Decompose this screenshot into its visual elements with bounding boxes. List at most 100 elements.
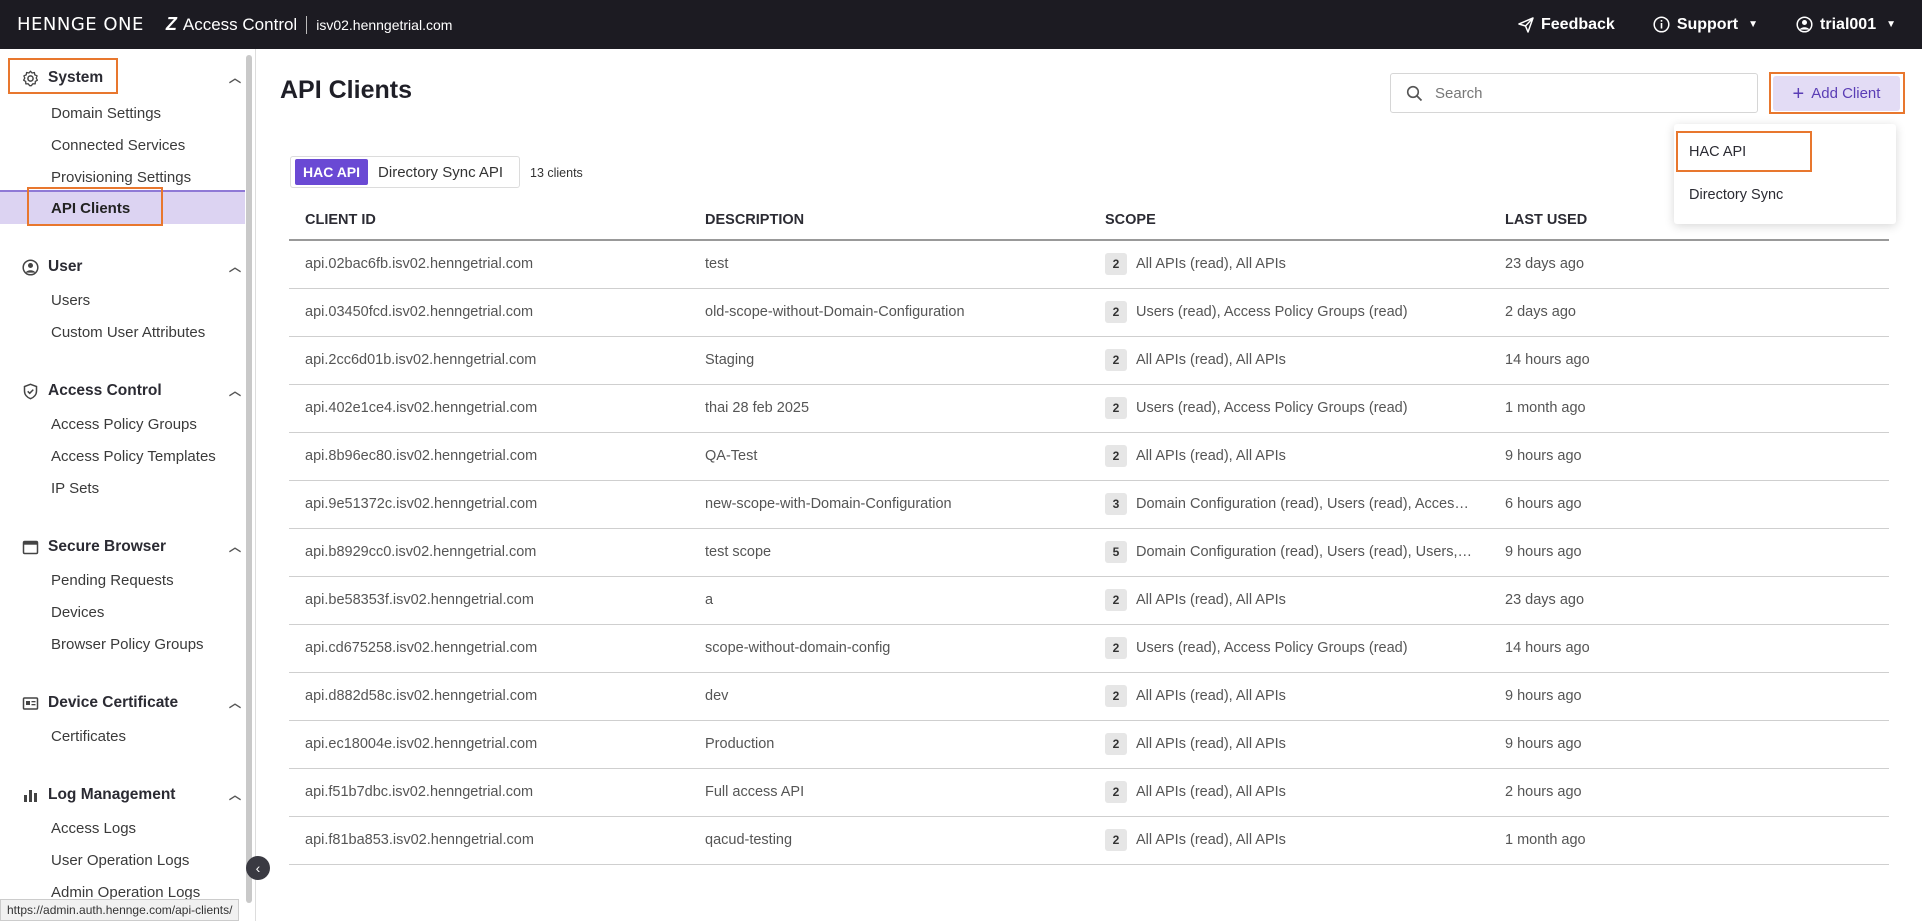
username: trial001 — [1820, 15, 1877, 33]
table-row[interactable]: api.f51b7dbc.isv02.henngetrial.com Full a… — [289, 768, 1889, 817]
sidebar-item-access-policy-groups[interactable]: Access Policy Groups — [51, 416, 197, 433]
description-cell: old-scope-without-Domain-Configuration — [689, 288, 1089, 337]
table-row[interactable]: api.02bac6fb.isv02.henngetrial.com test 2 A… — [289, 240, 1889, 289]
client-id-cell[interactable]: api.d882d58c.isv02.henngetrial.com — [289, 672, 689, 721]
shield-icon — [21, 382, 39, 400]
product-switcher[interactable]: Z Access Control isv02.henngetrial.com — [166, 14, 453, 35]
description-cell: new-scope-with-Domain-Configuration — [689, 480, 1089, 529]
last-used-cell: 1 month ago — [1489, 816, 1889, 865]
sidebar-item-browser-policy-groups[interactable]: Browser Policy Groups — [51, 636, 204, 653]
highlight-api-clients — [27, 187, 163, 226]
sidebar-item-connected-services[interactable]: Connected Services — [51, 137, 185, 154]
client-id-cell[interactable]: api.b8929cc0.isv02.henngetrial.com — [289, 528, 689, 577]
client-id-cell[interactable]: api.02bac6fb.isv02.henngetrial.com — [289, 240, 689, 289]
search-icon — [1406, 85, 1423, 101]
table-row[interactable]: api.2cc6d01b.isv02.henngetrial.com Stagin… — [289, 336, 1889, 385]
client-id-cell[interactable]: api.03450fcd.isv02.henngetrial.com — [289, 288, 689, 337]
user-menu[interactable]: trial001 ▼ — [1796, 16, 1896, 34]
sidebar-item-access-policy-templates[interactable]: Access Policy Templates — [51, 448, 216, 465]
sidebar-item-certificates[interactable]: Certificates — [51, 728, 126, 745]
tab-directory-sync-api[interactable]: Directory Sync API — [368, 159, 515, 186]
sidebar-item-user-operation-logs[interactable]: User Operation Logs — [51, 852, 189, 869]
last-used-cell: 9 hours ago — [1489, 432, 1889, 481]
table-row[interactable]: api.ec18004e.isv02.henngetrial.com Produc… — [289, 720, 1889, 769]
description-cell: thai 28 feb 2025 — [689, 384, 1089, 433]
table-row[interactable]: api.b8929cc0.isv02.henngetrial.com test s… — [289, 528, 1889, 577]
scope-cell: 2 All APIs (read), All APIs — [1089, 720, 1489, 769]
divider — [306, 15, 308, 34]
client-id-cell[interactable]: api.f51b7dbc.isv02.henngetrial.com — [289, 768, 689, 817]
support-label: Support — [1676, 15, 1739, 33]
chevron-up-icon[interactable]: ︿ — [229, 69, 241, 86]
sidebar-section-secure-browser[interactable]: Secure Browser ︿ — [21, 538, 241, 556]
table-row[interactable]: api.03450fcd.isv02.henngetrial.com old-sc… — [289, 288, 1889, 337]
scope-cell: 2 All APIs (read), All APIs — [1089, 336, 1489, 385]
table-row[interactable]: api.be58353f.isv02.henngetrial.com a 2 All … — [289, 576, 1889, 625]
chevron-up-icon[interactable]: ︿ — [229, 786, 241, 803]
sidebar-item-users[interactable]: Users — [51, 292, 90, 309]
scope-text: Users (read), Access Policy Groups (read… — [1136, 640, 1408, 656]
scope-count-badge: 5 — [1105, 541, 1127, 563]
last-used-cell: 2 hours ago — [1489, 768, 1889, 817]
send-icon — [1518, 16, 1534, 33]
access-control-icon: Z — [165, 14, 177, 34]
table-row[interactable]: api.9e51372c.isv02.henngetrial.com new-sc… — [289, 480, 1889, 529]
feedback-button[interactable]: Feedback — [1518, 16, 1615, 34]
collapse-sidebar-button[interactable]: ‹ — [246, 856, 270, 880]
client-id-cell[interactable]: api.402e1ce4.isv02.henngetrial.com — [289, 384, 689, 433]
client-id-cell[interactable]: api.ec18004e.isv02.henngetrial.com — [289, 720, 689, 769]
sidebar-item-devices[interactable]: Devices — [51, 604, 104, 621]
table-row[interactable]: api.f81ba853.isv02.henngetrial.com qacud-… — [289, 816, 1889, 865]
table-row[interactable]: api.402e1ce4.isv02.henngetrial.com thai 2… — [289, 384, 1889, 433]
client-id-cell[interactable]: api.cd675258.isv02.henngetrial.com — [289, 624, 689, 673]
description-cell: dev — [689, 672, 1089, 721]
sidebar-item-provisioning-settings[interactable]: Provisioning Settings — [51, 169, 191, 186]
table-row[interactable]: api.cd675258.isv02.henngetrial.com scope-… — [289, 624, 1889, 673]
scope-count-badge: 2 — [1105, 733, 1127, 755]
chevron-up-icon[interactable]: ︿ — [229, 382, 241, 399]
sidebar: System ︿ Domain Settings Connected Servi… — [0, 49, 256, 921]
sidebar-section-title: User — [48, 258, 83, 275]
sidebar-item-domain-settings[interactable]: Domain Settings — [51, 105, 161, 122]
client-id-cell[interactable]: api.9e51372c.isv02.henngetrial.com — [289, 480, 689, 529]
client-id-cell[interactable]: api.8b96ec80.isv02.henngetrial.com — [289, 432, 689, 481]
scope-count-badge: 2 — [1105, 781, 1127, 803]
chevron-up-icon[interactable]: ︿ — [229, 258, 241, 275]
api-clients-table: CLIENT ID DESCRIPTION SCOPE LAST USED ap… — [289, 200, 1889, 865]
sidebar-section-access-control[interactable]: Access Control ︿ — [21, 382, 241, 400]
sidebar-item-access-logs[interactable]: Access Logs — [51, 820, 136, 837]
column-header-scope[interactable]: SCOPE — [1089, 200, 1489, 241]
search-input[interactable] — [1435, 84, 1735, 102]
scope-text: All APIs (read), All APIs — [1136, 832, 1286, 848]
highlight-system — [8, 58, 118, 94]
scope-cell: 2 Users (read), Access Policy Groups (rea… — [1089, 384, 1489, 433]
henngeone-logo[interactable]: HENNGE ONE — [17, 14, 144, 35]
scope-count-badge: 2 — [1105, 253, 1127, 276]
table-row[interactable]: api.8b96ec80.isv02.henngetrial.com QA-Tes… — [289, 432, 1889, 481]
chevron-up-icon[interactable]: ︿ — [229, 694, 241, 711]
support-menu[interactable]: Support ▼ — [1653, 16, 1758, 34]
column-header-last-used[interactable]: LAST USED — [1489, 200, 1889, 241]
client-id-cell[interactable]: api.be58353f.isv02.henngetrial.com — [289, 576, 689, 625]
sidebar-section-title: Log Management — [48, 786, 176, 803]
search-box[interactable] — [1390, 73, 1758, 113]
chevron-up-icon[interactable]: ︿ — [229, 538, 241, 555]
sidebar-section-log-management[interactable]: Log Management ︿ — [21, 786, 241, 804]
domain-name: isv02.henngetrial.com — [316, 16, 453, 33]
last-used-cell: 23 days ago — [1489, 240, 1889, 289]
sidebar-section-user[interactable]: User ︿ — [21, 258, 241, 276]
column-header-description[interactable]: DESCRIPTION — [689, 200, 1089, 241]
sidebar-section-device-certificate[interactable]: Device Certificate ︿ — [21, 694, 241, 712]
table-row[interactable]: api.d882d58c.isv02.henngetrial.com dev 2 Al… — [289, 672, 1889, 721]
tab-hac-api[interactable]: HAC API — [295, 159, 369, 185]
sidebar-item-pending-requests[interactable]: Pending Requests — [51, 572, 174, 589]
sidebar-scrollbar[interactable] — [246, 55, 252, 903]
scope-count-badge: 2 — [1105, 829, 1127, 851]
sidebar-item-ip-sets[interactable]: IP Sets — [51, 480, 99, 497]
bar-chart-icon — [21, 786, 39, 804]
scope-text: All APIs (read), All APIs — [1136, 352, 1286, 368]
sidebar-item-custom-user-attributes[interactable]: Custom User Attributes — [51, 324, 205, 341]
column-header-client-id[interactable]: CLIENT ID — [289, 200, 689, 241]
client-id-cell[interactable]: api.2cc6d01b.isv02.henngetrial.com — [289, 336, 689, 385]
client-id-cell[interactable]: api.f81ba853.isv02.henngetrial.com — [289, 816, 689, 865]
